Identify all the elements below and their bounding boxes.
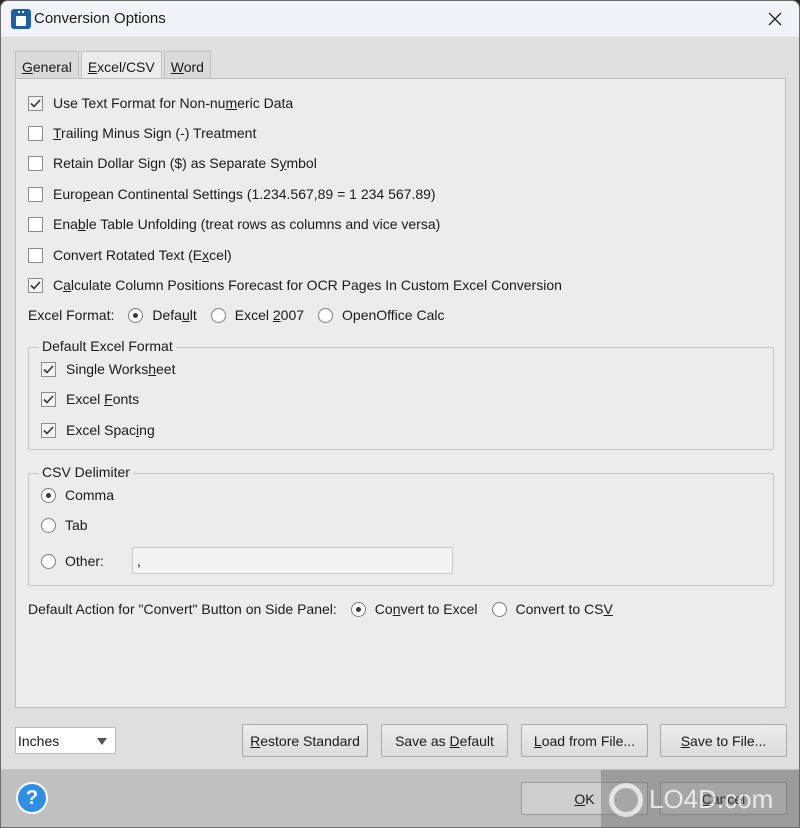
close-button[interactable]: [763, 7, 787, 31]
option-single-worksheet[interactable]: Single Worksheet: [41, 359, 175, 379]
option-label: Trailing Minus Sign (-) Treatment: [53, 125, 257, 141]
comma-label: Comma: [65, 487, 115, 503]
cancel-button[interactable]: Cancel: [660, 782, 787, 815]
convert-to-csv-label[interactable]: Convert to CSV: [516, 601, 613, 617]
openoffice-calc-label[interactable]: OpenOffice Calc: [342, 307, 444, 323]
checkbox[interactable]: [28, 125, 43, 141]
csv-comma-option[interactable]: Comma: [41, 485, 114, 505]
option-european-settings[interactable]: European Continental Settings (1.234.567…: [28, 184, 436, 204]
load-from-file-button[interactable]: Load from File...: [521, 724, 648, 757]
units-dropdown[interactable]: Inches: [15, 727, 116, 754]
excel-2007-label[interactable]: Excel 2007: [235, 307, 304, 323]
radio-tab[interactable]: [41, 517, 56, 533]
checkbox[interactable]: [28, 95, 43, 111]
tab-excel-csv[interactable]: Excel/CSV: [80, 51, 162, 80]
default-action-row: Default Action for "Convert" Button on S…: [28, 599, 613, 619]
radio-excel-2007[interactable]: [210, 307, 226, 323]
radio-convert-to-excel[interactable]: [350, 601, 366, 617]
help-icon: ?: [25, 786, 39, 809]
close-icon: [768, 12, 782, 26]
checkbox[interactable]: [41, 361, 56, 377]
checkmark-icon: [43, 394, 54, 404]
checkbox[interactable]: [28, 277, 43, 293]
option-label: Excel Spacing: [66, 422, 155, 438]
option-label: Single Worksheet: [66, 361, 176, 377]
radio-convert-to-csv[interactable]: [491, 601, 507, 617]
group-title: Default Excel Format: [39, 338, 176, 354]
option-label: European Continental Settings (1.234.567…: [53, 186, 436, 202]
tab-word[interactable]: Word: [163, 51, 211, 79]
other-delimiter-input[interactable]: [132, 547, 453, 574]
option-label: Enable Table Unfolding (treat rows as co…: [53, 216, 441, 232]
option-excel-fonts[interactable]: Excel Fonts: [41, 389, 139, 409]
checkbox[interactable]: [28, 216, 43, 232]
radio-excel-default[interactable]: [128, 307, 144, 323]
excel-default-label[interactable]: Default: [152, 307, 196, 323]
tab-bar: General Excel/CSV Word: [15, 51, 213, 80]
save-to-file-button[interactable]: Save to File...: [660, 724, 787, 757]
title-bar: Conversion Options: [1, 1, 799, 37]
checkbox[interactable]: [28, 247, 43, 263]
radio-other[interactable]: [41, 553, 56, 569]
help-button[interactable]: ?: [16, 782, 48, 814]
restore-standard-button[interactable]: Restore Standard: [242, 724, 368, 757]
checkmark-icon: [43, 425, 54, 435]
checkbox[interactable]: [41, 422, 56, 438]
radio-openoffice-calc[interactable]: [318, 307, 334, 323]
radio-comma[interactable]: [41, 487, 56, 503]
default-excel-format-group: Default Excel Format Single Worksheet Ex…: [28, 338, 774, 450]
option-trailing-minus[interactable]: Trailing Minus Sign (-) Treatment: [28, 123, 256, 143]
csv-other-option[interactable]: Other:: [41, 551, 104, 571]
excel-format-label: Excel Format:: [28, 307, 115, 323]
tab-general[interactable]: General: [15, 51, 79, 79]
option-label: Excel Fonts: [66, 391, 140, 407]
checkbox[interactable]: [28, 186, 43, 202]
other-label: Other:: [65, 553, 104, 569]
checkmark-icon: [43, 364, 54, 374]
conversion-options-dialog: Conversion Options General Excel/CSV Wor…: [0, 0, 800, 828]
checkbox[interactable]: [41, 391, 56, 407]
tab-label: Tab: [65, 517, 88, 533]
dialog-footer: ? OK Cancel: [1, 769, 799, 827]
checkmark-icon: [30, 98, 41, 108]
option-excel-spacing[interactable]: Excel Spacing: [41, 420, 155, 440]
option-use-text-format[interactable]: Use Text Format for Non-numeric Data: [28, 93, 293, 113]
excel-csv-panel: Use Text Format for Non-numeric Data Tra…: [15, 78, 786, 708]
option-label: Convert Rotated Text (Excel): [53, 247, 232, 263]
option-rotated-text[interactable]: Convert Rotated Text (Excel): [28, 245, 232, 265]
save-as-default-button[interactable]: Save as Default: [381, 724, 508, 757]
window-title: Conversion Options: [34, 10, 166, 27]
csv-tab-option[interactable]: Tab: [41, 515, 88, 535]
option-column-forecast[interactable]: Calculate Column Positions Forecast for …: [28, 275, 562, 295]
excel-format-row: Excel Format: Default Excel 2007 OpenOff…: [28, 305, 444, 325]
units-selected-value: Inches: [18, 733, 60, 749]
checkmark-icon: [30, 280, 41, 290]
option-retain-dollar-sign[interactable]: Retain Dollar Sign ($) as Separate Symbo…: [28, 153, 317, 173]
group-title: CSV Delimiter: [39, 464, 133, 480]
default-action-label: Default Action for "Convert" Button on S…: [28, 601, 337, 617]
option-label: Calculate Column Positions Forecast for …: [53, 277, 562, 293]
option-table-unfolding[interactable]: Enable Table Unfolding (treat rows as co…: [28, 214, 440, 234]
option-label: Use Text Format for Non-numeric Data: [53, 95, 294, 111]
convert-to-excel-label[interactable]: Convert to Excel: [375, 601, 478, 617]
ok-button[interactable]: OK: [521, 782, 648, 815]
dropdown-arrow-icon: [97, 738, 107, 745]
option-label: Retain Dollar Sign ($) as Separate Symbo…: [53, 155, 317, 171]
csv-delimiter-group: CSV Delimiter Comma Tab Other:: [28, 464, 774, 586]
checkbox[interactable]: [28, 155, 43, 171]
app-icon: [11, 9, 31, 29]
